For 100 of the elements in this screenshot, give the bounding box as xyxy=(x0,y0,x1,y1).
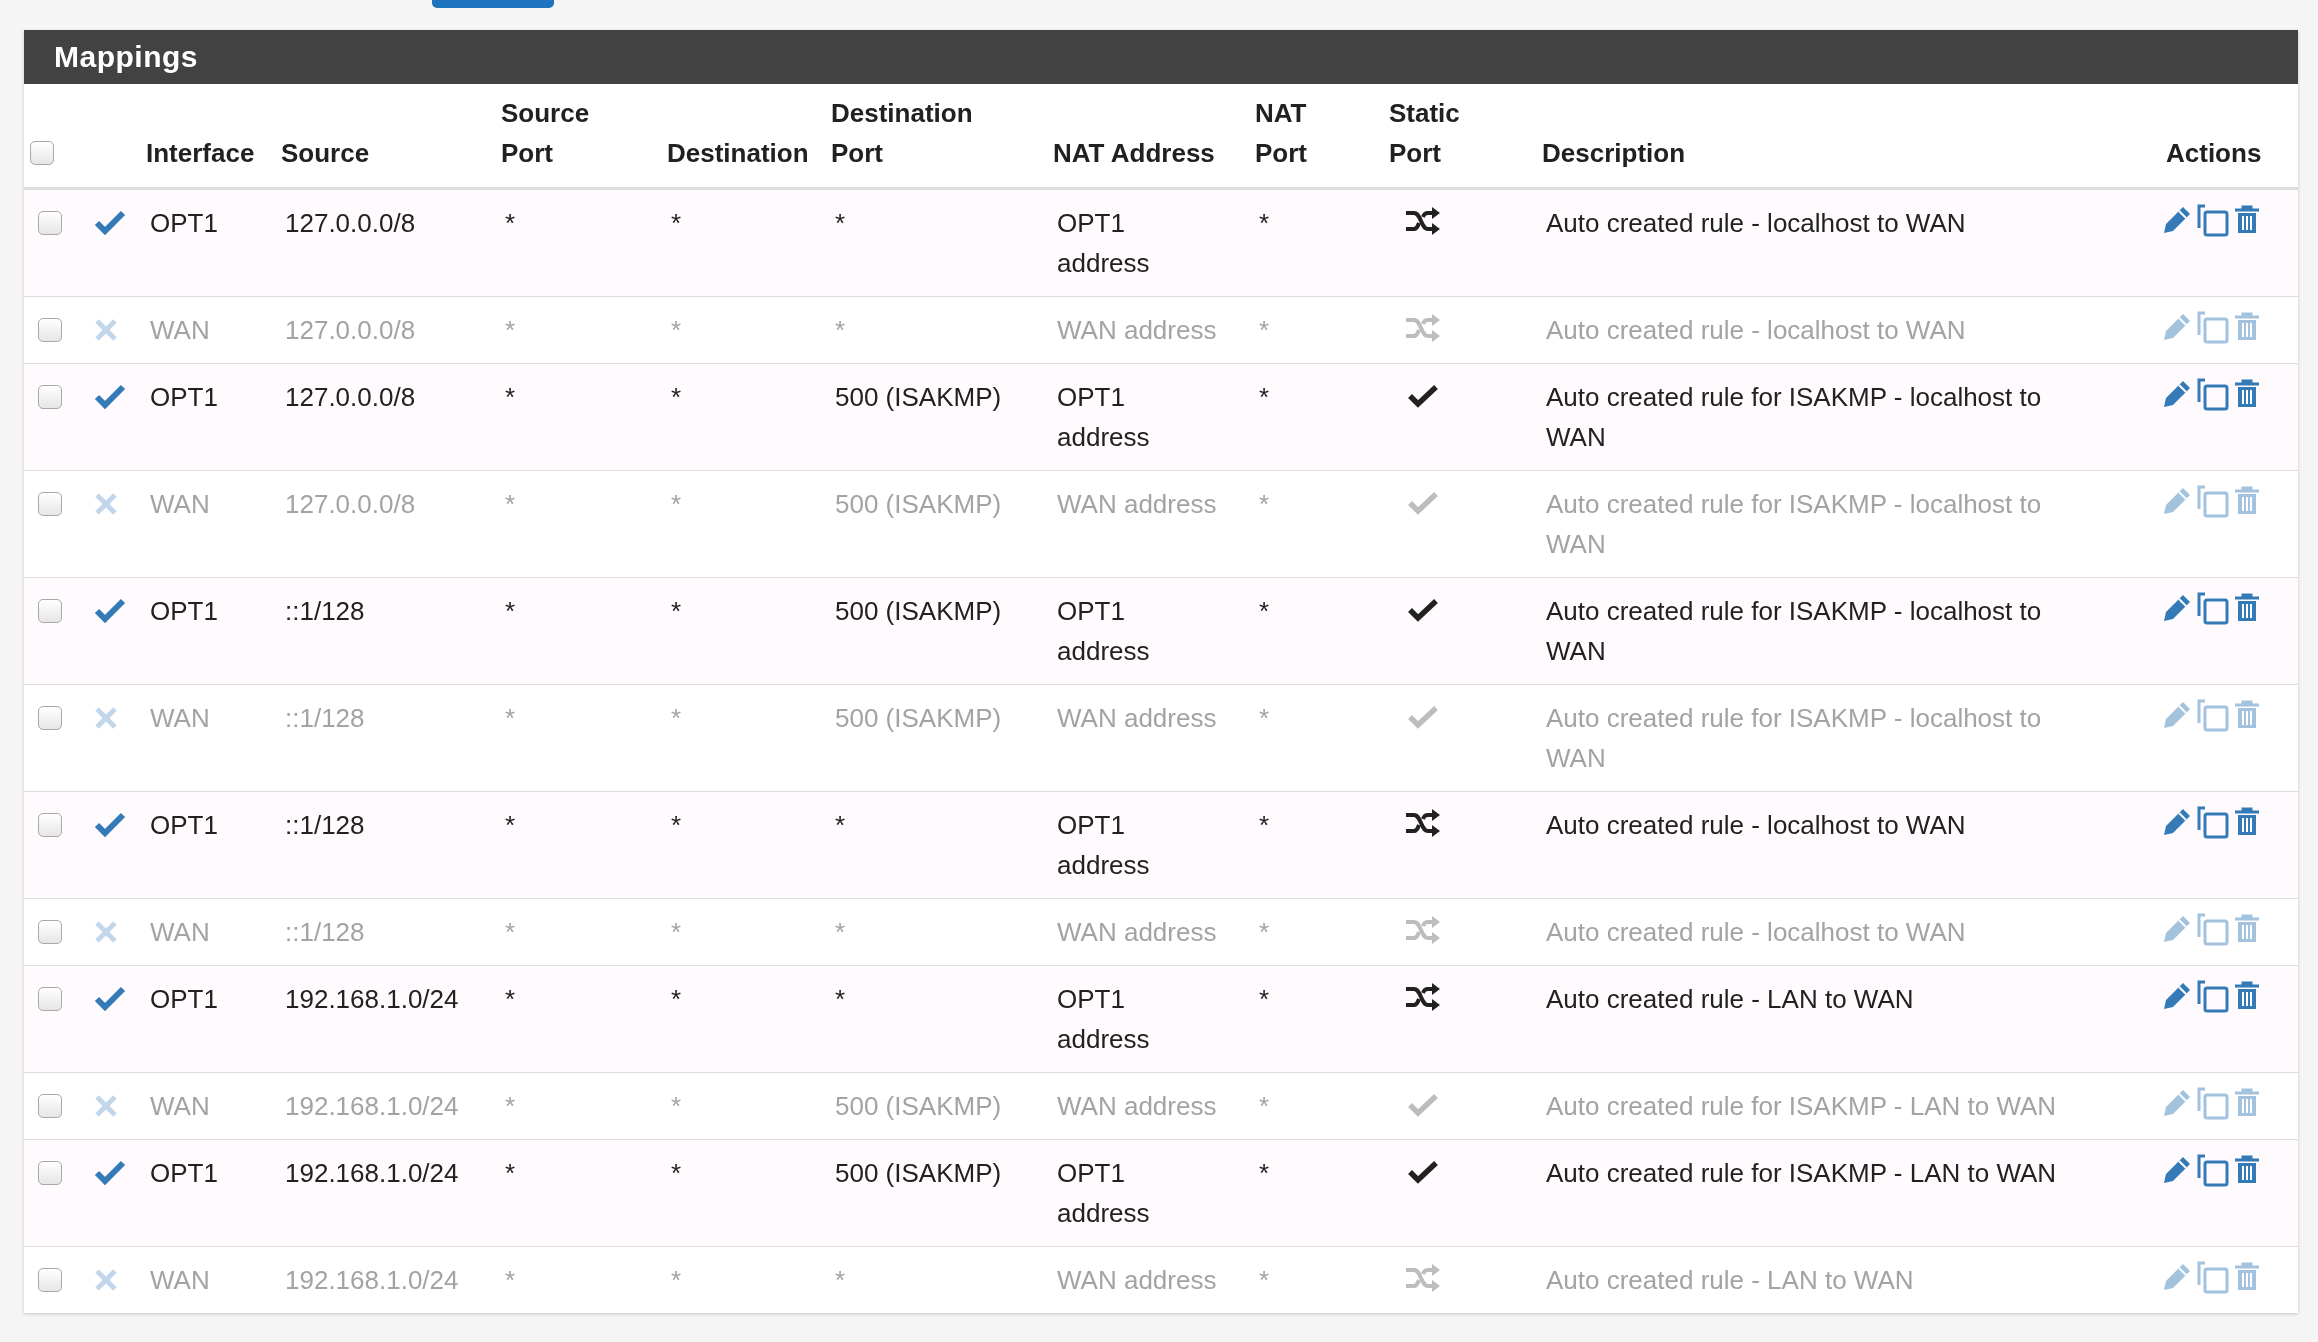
interface-cell: OPT1 xyxy=(150,809,218,840)
trash-icon[interactable] xyxy=(2234,913,2260,944)
column-header: Source xyxy=(281,136,370,170)
row-checkbox[interactable] xyxy=(38,1093,62,1118)
destination-port-cell: * xyxy=(835,916,846,947)
trash-icon[interactable] xyxy=(2234,1261,2260,1292)
copy-icon[interactable] xyxy=(2196,202,2230,237)
description-cell-text: Auto created rule for ISAKMP - localhost to WAN xyxy=(1546,594,2043,668)
row-checkbox[interactable] xyxy=(38,986,62,1011)
copy-icon[interactable] xyxy=(2196,309,2230,344)
nat-port-cell: * xyxy=(1259,488,1270,519)
interface-cell: WAN xyxy=(150,702,210,733)
source-port-cell: * xyxy=(505,488,516,519)
trash-icon[interactable] xyxy=(2234,1154,2260,1185)
destination-port-cell: * xyxy=(835,983,846,1014)
destination-cell: * xyxy=(671,314,682,345)
row-checkbox[interactable] xyxy=(38,1267,62,1292)
select-all-checkbox[interactable] xyxy=(30,140,54,165)
source-port-cell: * xyxy=(505,983,516,1014)
copy-icon[interactable] xyxy=(2196,590,2230,625)
pencil-icon[interactable] xyxy=(2162,806,2192,837)
copy-icon[interactable] xyxy=(2196,697,2230,732)
source-cell: 192.168.1.0/24 xyxy=(285,983,459,1014)
nat-address-cell-text: WAN address xyxy=(1057,1263,1217,1297)
trash-icon[interactable] xyxy=(2234,699,2260,730)
row-checkbox[interactable] xyxy=(38,1160,62,1185)
source-port-cell: * xyxy=(505,1090,516,1121)
column-header: Destination Port xyxy=(831,96,974,170)
destination-cell: * xyxy=(671,1090,682,1121)
copy-icon[interactable] xyxy=(2196,804,2230,839)
trash-icon[interactable] xyxy=(2234,592,2260,623)
row-checkbox[interactable] xyxy=(38,598,62,623)
source-port-cell: * xyxy=(505,702,516,733)
copy-icon[interactable] xyxy=(2196,978,2230,1013)
source-port-cell: * xyxy=(505,809,516,840)
nat-port-cell: * xyxy=(1259,916,1270,947)
source-cell: 192.168.1.0/24 xyxy=(285,1264,459,1295)
copy-icon[interactable] xyxy=(2196,483,2230,518)
row-checkbox[interactable] xyxy=(38,812,62,837)
pencil-icon[interactable] xyxy=(2162,204,2192,235)
copy-icon[interactable] xyxy=(2196,1152,2230,1187)
nat-port-cell: * xyxy=(1259,809,1270,840)
pencil-icon[interactable] xyxy=(2162,485,2192,516)
destination-cell: * xyxy=(671,1157,682,1188)
column-header: Source Port xyxy=(501,96,591,170)
description-cell-text: Auto created rule for ISAKMP - localhost to WAN xyxy=(1546,487,2043,561)
copy-icon[interactable] xyxy=(2196,1259,2230,1294)
pencil-icon[interactable] xyxy=(2162,592,2192,623)
trash-icon[interactable] xyxy=(2234,378,2260,409)
destination-port-cell: 500 (ISAKMP) xyxy=(835,381,1002,412)
nat-address-cell-text: WAN address xyxy=(1057,487,1217,521)
source-cell: ::1/128 xyxy=(285,702,365,733)
description-cell-text: Auto created rule for ISAKMP - localhost to WAN xyxy=(1546,701,2043,775)
nat-port-cell: * xyxy=(1259,1090,1270,1121)
interface-cell: WAN xyxy=(150,314,210,345)
source-port-cell: * xyxy=(505,1157,516,1188)
description-cell-text: Auto created rule - LAN to WAN xyxy=(1546,1263,1914,1297)
trash-icon[interactable] xyxy=(2234,485,2260,516)
source-cell: 127.0.0.0/8 xyxy=(285,381,416,412)
interface-cell: WAN xyxy=(150,1264,210,1295)
row-checkbox[interactable] xyxy=(38,384,62,409)
copy-icon[interactable] xyxy=(2196,1085,2230,1120)
trash-icon[interactable] xyxy=(2234,980,2260,1011)
description-cell-text: Auto created rule - localhost to WAN xyxy=(1546,808,1966,842)
row-checkbox[interactable] xyxy=(38,317,62,342)
column-header: Actions xyxy=(2166,136,2262,170)
destination-port-cell: 500 (ISAKMP) xyxy=(835,488,1002,519)
interface-cell: OPT1 xyxy=(150,1157,218,1188)
column-header: NAT Address xyxy=(1053,136,1215,170)
row-checkbox[interactable] xyxy=(38,705,62,730)
copy-icon[interactable] xyxy=(2196,911,2230,946)
interface-cell: OPT1 xyxy=(150,207,218,238)
pencil-icon[interactable] xyxy=(2162,311,2192,342)
trash-icon[interactable] xyxy=(2234,204,2260,235)
destination-port-cell: 500 (ISAKMP) xyxy=(835,595,1002,626)
source-port-cell: * xyxy=(505,314,516,345)
trash-icon[interactable] xyxy=(2234,311,2260,342)
destination-cell: * xyxy=(671,983,682,1014)
pencil-icon[interactable] xyxy=(2162,1261,2192,1292)
copy-icon[interactable] xyxy=(2196,376,2230,411)
row-checkbox[interactable] xyxy=(38,210,62,235)
destination-cell: * xyxy=(671,488,682,519)
destination-cell: * xyxy=(671,916,682,947)
trash-icon[interactable] xyxy=(2234,1087,2260,1118)
row-checkbox[interactable] xyxy=(38,919,62,944)
description-cell-text: Auto created rule for ISAKMP - localhost to WAN xyxy=(1546,380,2043,454)
source-cell: ::1/128 xyxy=(285,916,365,947)
trash-icon[interactable] xyxy=(2234,806,2260,837)
pencil-icon[interactable] xyxy=(2162,378,2192,409)
pencil-icon[interactable] xyxy=(2162,1154,2192,1185)
pencil-icon[interactable] xyxy=(2162,913,2192,944)
destination-cell: * xyxy=(671,1264,682,1295)
description-cell-text: Auto created rule - LAN to WAN xyxy=(1546,982,1914,1016)
interface-cell: OPT1 xyxy=(150,381,218,412)
pencil-icon[interactable] xyxy=(2162,1087,2192,1118)
pencil-icon[interactable] xyxy=(2162,699,2192,730)
interface-cell: OPT1 xyxy=(150,595,218,626)
pencil-icon[interactable] xyxy=(2162,980,2192,1011)
nat-address-cell-text: WAN address xyxy=(1057,915,1217,949)
row-checkbox[interactable] xyxy=(38,491,62,516)
